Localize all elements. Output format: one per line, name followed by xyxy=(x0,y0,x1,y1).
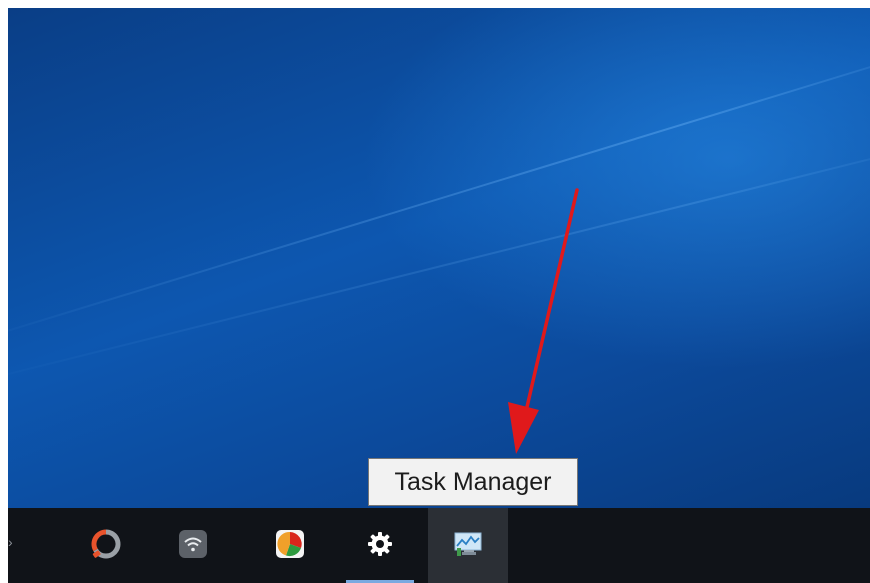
task-manager-tooltip: Task Manager xyxy=(368,458,578,506)
wifi-icon xyxy=(179,530,207,558)
gear-icon xyxy=(368,532,392,556)
desktop-wallpaper[interactable] xyxy=(8,8,870,508)
taskbar-button-pie-app[interactable] xyxy=(250,508,330,583)
pie-chart-icon xyxy=(276,530,304,558)
wallpaper-light-beam xyxy=(8,26,870,350)
cleanup-ring-icon xyxy=(91,529,121,559)
taskbar-button-wifi[interactable] xyxy=(153,508,233,583)
taskbar-button-task-manager[interactable] xyxy=(428,508,508,583)
wallpaper-light-beam xyxy=(8,121,870,390)
taskbar: › xyxy=(8,508,870,583)
taskbar-button-settings[interactable] xyxy=(340,508,420,583)
screenshot: › Task Manager xyxy=(0,0,870,583)
taskbar-edge-glyph: › xyxy=(8,534,13,550)
task-manager-icon xyxy=(454,532,482,556)
taskbar-button-cleanup[interactable] xyxy=(66,508,146,583)
